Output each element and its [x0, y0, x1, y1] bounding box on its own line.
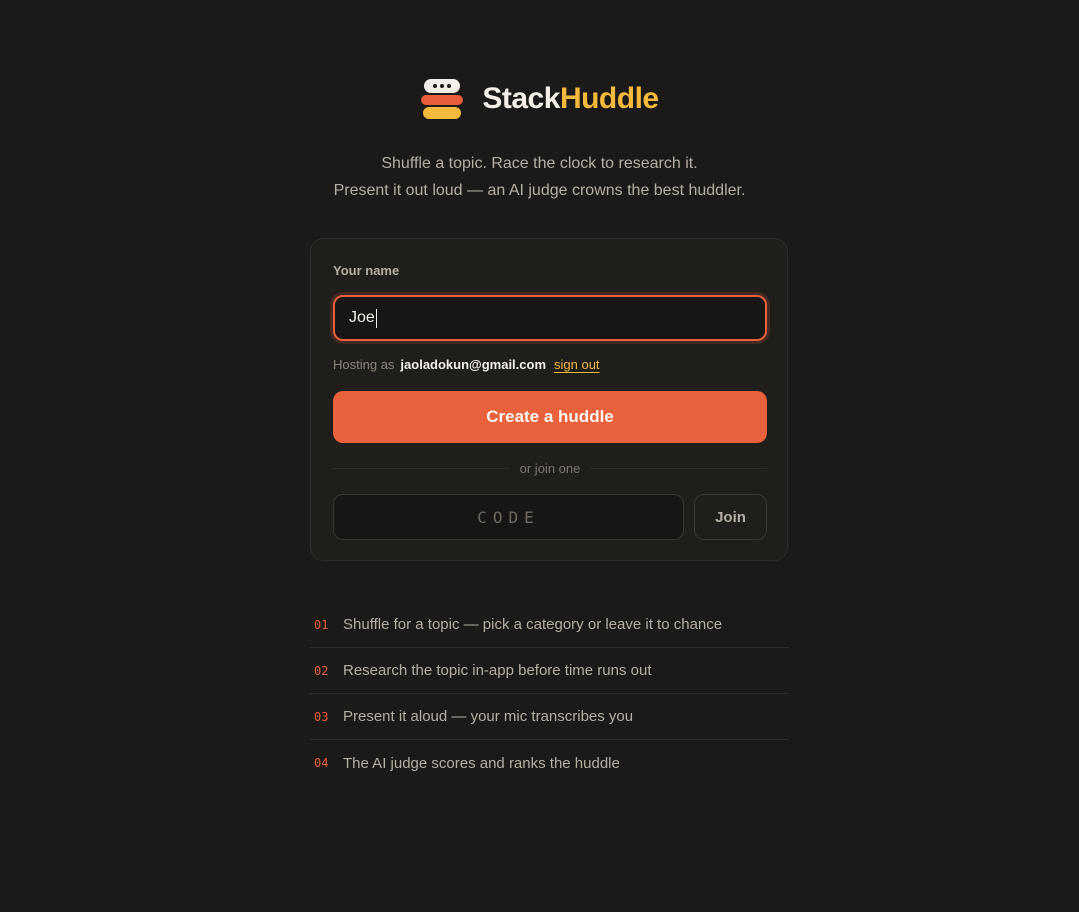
hosting-email: jaoladokun@gmail.com [400, 357, 547, 372]
brand-header: StackHuddle [0, 76, 1079, 122]
step-number: 04 [314, 756, 329, 770]
tagline-line-1: Shuffle a topic. Race the clock to resea… [381, 155, 698, 172]
step-text: Present it aloud — your mic transcribes … [343, 708, 634, 725]
stacked-huddle-logo-icon [420, 76, 464, 122]
sign-out-link[interactable]: sign out [554, 357, 600, 372]
divider-line-left [333, 467, 510, 469]
step-item: 02 Research the topic in-app before time… [310, 648, 789, 694]
name-field-label: Your name [333, 263, 400, 278]
landing-page: StackHuddle Shuffle a topic. Race the cl… [0, 0, 1079, 912]
or-join-divider: or join one [333, 459, 767, 477]
hosting-prefix: Hosting as [333, 357, 395, 372]
name-input[interactable]: Joe [333, 295, 767, 341]
brand-name-huddle: Huddle [559, 82, 659, 115]
step-number: 02 [314, 663, 329, 678]
step-text: The AI judge scores and ranks the huddle [343, 754, 620, 772]
step-number: 01 [314, 617, 329, 632]
brand-wordmark: StackHuddle [482, 82, 659, 115]
tagline-line-2: Present it out loud — an AI judge crowns… [333, 182, 746, 199]
how-it-works-steps: 01 Shuffle for a topic — pick a category… [310, 602, 789, 786]
name-input-value: Joe [349, 309, 375, 326]
divider-text: or join one [519, 460, 581, 476]
step-text: Shuffle for a topic — pick a category or… [343, 616, 723, 633]
step-text: Research the topic in-app before time ru… [343, 662, 652, 679]
join-code-placeholder: CODE [477, 507, 540, 527]
hosting-info: Hosting as jaoladokun@gmail.com sign out [333, 357, 600, 372]
divider-line-right [590, 467, 767, 469]
text-caret [375, 308, 377, 328]
step-number: 03 [314, 709, 329, 724]
huddle-form-card: Your name Joe Hosting as jaoladokun@gmai… [310, 238, 788, 561]
step-item: 04 The AI judge scores and ranks the hud… [310, 740, 789, 786]
step-item: 01 Shuffle for a topic — pick a category… [310, 602, 789, 648]
step-item: 03 Present it aloud — your mic transcrib… [310, 694, 789, 740]
join-button[interactable]: Join [694, 494, 767, 540]
brand-name-stack: Stack [482, 82, 560, 115]
create-huddle-button[interactable]: Create a huddle [333, 391, 767, 443]
join-code-input[interactable]: CODE [333, 494, 684, 540]
tagline: Shuffle a topic. Race the clock to resea… [0, 150, 1079, 204]
